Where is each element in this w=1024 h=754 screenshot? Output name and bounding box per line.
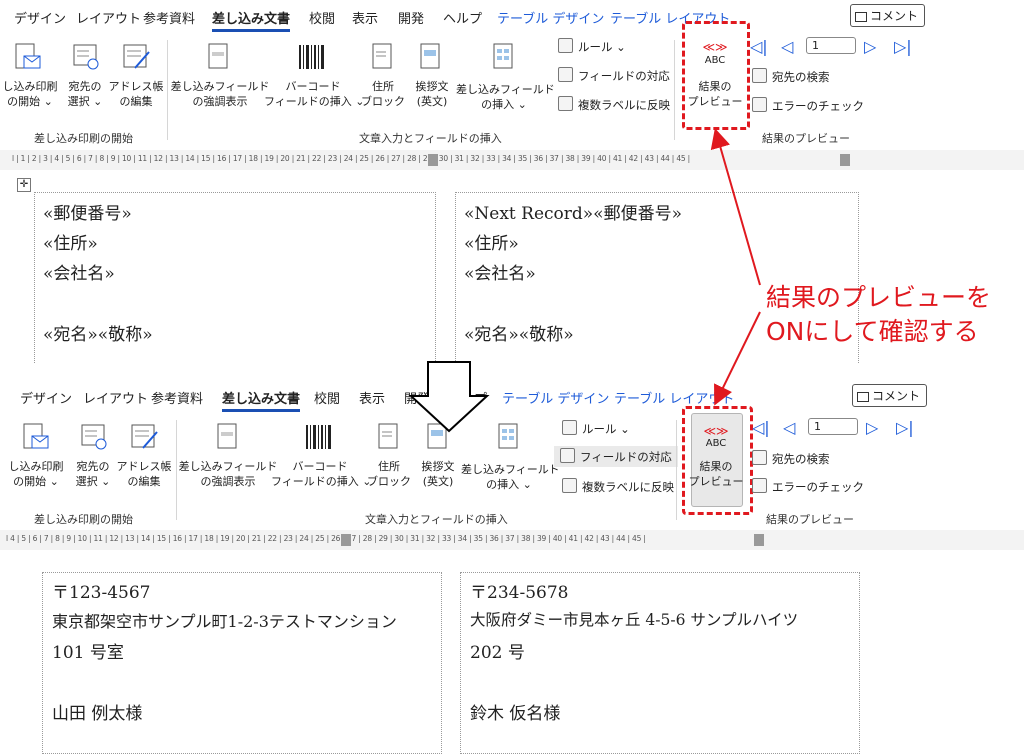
annotation-arrow-down: [714, 311, 761, 406]
annotation-arrow-up: [710, 128, 761, 286]
annotation-overlay: [408, 128, 761, 433]
down-arrow-icon: [408, 361, 490, 433]
